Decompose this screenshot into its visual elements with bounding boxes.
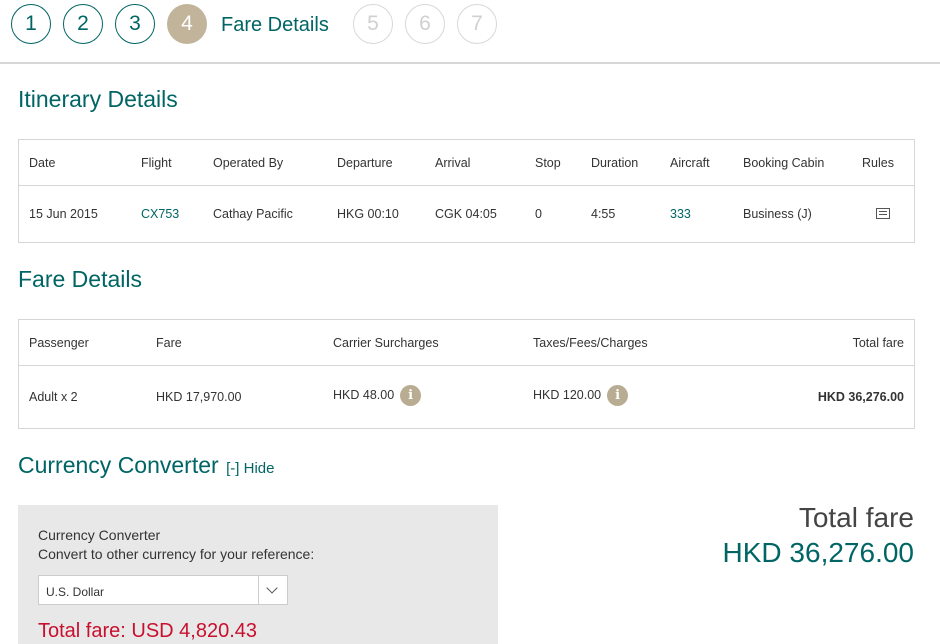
flight-number-link[interactable]: CX753 bbox=[141, 207, 179, 221]
converter-box-title: Currency Converter bbox=[38, 527, 161, 543]
col-fare: Fare bbox=[156, 336, 182, 350]
currency-select[interactable]: U.S. Dollar bbox=[38, 575, 288, 605]
info-icon[interactable]: i bbox=[607, 385, 629, 406]
itinerary-title: Itinerary Details bbox=[18, 86, 178, 112]
converter-panel: Currency Converter Convert to other curr… bbox=[18, 505, 498, 644]
col-stop: Stop bbox=[535, 156, 561, 170]
aircraft-link[interactable]: 333 bbox=[670, 207, 691, 221]
step-5: 5 bbox=[353, 4, 393, 44]
converter-title: Currency Converter bbox=[18, 452, 219, 478]
currency-select-value: U.S. Dollar bbox=[46, 585, 105, 599]
summary-label: Total fare bbox=[798, 502, 914, 533]
info-icon[interactable]: i bbox=[400, 385, 422, 406]
step-7: 7 bbox=[457, 4, 497, 44]
taxes: HKD 120.00 i bbox=[533, 385, 629, 406]
carrier-surcharges: HKD 48.00 i bbox=[333, 385, 422, 406]
fare-title: Fare Details bbox=[18, 266, 142, 292]
active-step-label: Fare Details bbox=[221, 14, 329, 36]
col-booking-cabin: Booking Cabin bbox=[743, 156, 825, 170]
col-total-fare: Total fare bbox=[852, 336, 904, 350]
step-4-active: 4 bbox=[167, 4, 207, 44]
col-operated-by: Operated By bbox=[213, 156, 284, 170]
converter-box-subtitle: Convert to other currency for your refer… bbox=[38, 546, 315, 562]
taxes-value: HKD 120.00 bbox=[533, 387, 602, 402]
operator: Cathay Pacific bbox=[213, 207, 293, 221]
row-total-fare: HKD 36,276.00 bbox=[817, 390, 904, 404]
col-taxes: Taxes/Fees/Charges bbox=[533, 336, 648, 350]
step-3[interactable]: 3 bbox=[115, 4, 155, 44]
base-fare: HKD 17,970.00 bbox=[156, 390, 242, 404]
itinerary-table: Date Flight Operated By Departure Arriva… bbox=[18, 139, 915, 243]
itinerary-header-row: Date Flight Operated By Departure Arriva… bbox=[19, 140, 914, 186]
col-rules: Rules bbox=[862, 156, 894, 170]
booking-cabin: Business (J) bbox=[743, 207, 812, 221]
carrier-surcharges-value: HKD 48.00 bbox=[333, 387, 395, 402]
col-date: Date bbox=[29, 156, 56, 170]
step-1[interactable]: 1 bbox=[11, 4, 51, 44]
fare-header-row: Passenger Fare Carrier Surcharges Taxes/… bbox=[19, 320, 914, 366]
duration: 4:55 bbox=[591, 207, 616, 221]
stops: 0 bbox=[535, 207, 542, 221]
fare-table: Passenger Fare Carrier Surcharges Taxes/… bbox=[18, 319, 915, 429]
summary-amount: HKD 36,276.00 bbox=[722, 537, 914, 568]
col-duration: Duration bbox=[591, 156, 639, 170]
col-arrival: Arrival bbox=[435, 156, 471, 170]
col-flight: Flight bbox=[141, 156, 172, 170]
booking-steps: 1 2 3 4 Fare Details 5 6 7 bbox=[0, 0, 940, 64]
flight-date: 15 Jun 2015 bbox=[29, 207, 98, 221]
col-passenger: Passenger bbox=[29, 336, 89, 350]
step-2[interactable]: 2 bbox=[63, 4, 103, 44]
col-departure: Departure bbox=[337, 156, 393, 170]
departure-time: HKG 00:10 bbox=[337, 207, 399, 221]
arrival-time: CGK 04:05 bbox=[435, 207, 497, 221]
passenger-count: Adult x 2 bbox=[29, 390, 78, 404]
chevron-down-icon[interactable] bbox=[258, 576, 287, 604]
converter-heading: Currency Converter [-] Hide bbox=[18, 452, 275, 479]
hide-converter-link[interactable]: [-] Hide bbox=[226, 460, 274, 477]
converted-total: Total fare: USD 4,820.43 bbox=[38, 620, 258, 642]
col-aircraft: Aircraft bbox=[670, 156, 710, 170]
step-6: 6 bbox=[405, 4, 445, 44]
document-icon[interactable] bbox=[876, 208, 890, 219]
col-carrier-surcharges: Carrier Surcharges bbox=[333, 336, 439, 350]
